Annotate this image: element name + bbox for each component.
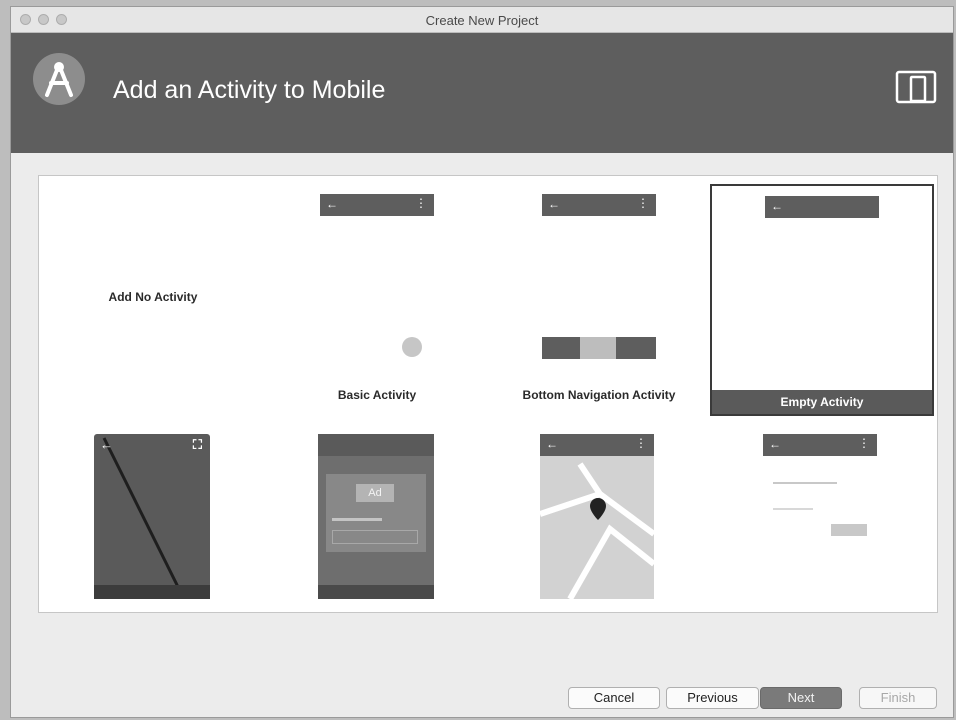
empty-activity-preview: ← xyxy=(765,196,879,366)
app-bar xyxy=(318,434,434,456)
tile-label: Basic Activity xyxy=(337,388,417,402)
password-field-line xyxy=(773,508,813,510)
map-pin-icon xyxy=(590,498,606,520)
app-bar: ← ⋮ xyxy=(540,434,654,456)
bottom-navigation-selected-item xyxy=(580,337,616,359)
bottom-navigation-bar xyxy=(542,337,656,359)
ad-field xyxy=(332,530,418,544)
back-arrow-icon: ← xyxy=(548,197,560,211)
activity-tile-basic[interactable]: ← ⋮ Basic Activity xyxy=(265,184,489,416)
create-project-window: Create New Project Add an Activity to Mo… xyxy=(10,6,954,718)
overflow-menu-icon: ⋮ xyxy=(637,196,649,210)
activity-tile-login[interactable]: ← ⋮ xyxy=(710,424,934,656)
header-banner: Add an Activity to Mobile xyxy=(11,33,953,153)
window-titlebar: Create New Project xyxy=(11,7,953,33)
back-arrow-icon: ← xyxy=(769,437,781,451)
ad-text-line xyxy=(332,518,382,521)
admob-activity-preview: Ad xyxy=(318,434,434,599)
overflow-menu-icon: ⋮ xyxy=(858,436,870,450)
maps-activity-preview: ← ⋮ xyxy=(540,434,654,599)
finish-button[interactable]: Finish xyxy=(859,687,937,709)
next-button[interactable]: Next xyxy=(760,687,842,709)
bottom-navigation-preview: ← ⋮ xyxy=(542,194,656,364)
activity-tile-maps[interactable]: ← ⋮ xyxy=(487,424,711,656)
back-arrow-icon: ← xyxy=(546,437,558,451)
app-bar: ← ⋮ xyxy=(763,434,877,456)
navigation-bar xyxy=(94,585,210,599)
activity-tile-no-activity[interactable]: Add No Activity xyxy=(41,184,265,416)
floating-action-button-icon xyxy=(402,337,422,357)
login-activity-preview: ← ⋮ xyxy=(763,434,877,599)
tile-label: Empty Activity xyxy=(712,390,932,414)
back-arrow-icon: ← xyxy=(100,437,113,452)
activity-gallery: Add No Activity ← ⋮ Basic Activity ← ⋮ B… xyxy=(38,175,938,613)
sign-in-button-preview xyxy=(831,524,867,536)
ad-label: Ad xyxy=(356,484,394,502)
back-arrow-icon: ← xyxy=(771,199,783,213)
app-bar: ← xyxy=(765,196,879,218)
overflow-menu-icon: ⋮ xyxy=(415,196,427,210)
fullscreen-activity-preview: ← ⛶ xyxy=(94,434,210,599)
tile-label: Add No Activity xyxy=(108,290,198,304)
tile-label: Bottom Navigation Activity xyxy=(522,388,676,402)
cancel-button[interactable]: Cancel xyxy=(568,687,660,709)
previous-button[interactable]: Previous xyxy=(666,687,759,709)
phone-tablet-icon xyxy=(895,69,937,105)
window-title: Create New Project xyxy=(425,13,539,28)
android-studio-logo-icon xyxy=(33,53,85,105)
activity-tile-admob[interactable]: Ad xyxy=(265,424,489,656)
activity-tile-fullscreen[interactable]: ← ⛶ xyxy=(41,424,265,656)
navigation-bar xyxy=(318,585,434,599)
back-arrow-icon: ← xyxy=(326,197,338,211)
wizard-button-bar: Cancel Previous Next Finish xyxy=(11,687,953,717)
email-field-line xyxy=(773,482,837,484)
app-bar: ← ⋮ xyxy=(542,194,656,216)
fullscreen-icon: ⛶ xyxy=(192,437,202,452)
activity-tile-empty[interactable]: ← Empty Activity xyxy=(710,184,934,416)
app-bar: ← ⋮ xyxy=(320,194,434,216)
basic-activity-preview: ← ⋮ xyxy=(320,194,434,364)
ad-content-card: Ad xyxy=(326,474,426,552)
page-title: Add an Activity to Mobile xyxy=(113,76,386,104)
overflow-menu-icon: ⋮ xyxy=(635,436,647,450)
activity-tile-bottom-navigation[interactable]: ← ⋮ Bottom Navigation Activity xyxy=(487,184,711,416)
